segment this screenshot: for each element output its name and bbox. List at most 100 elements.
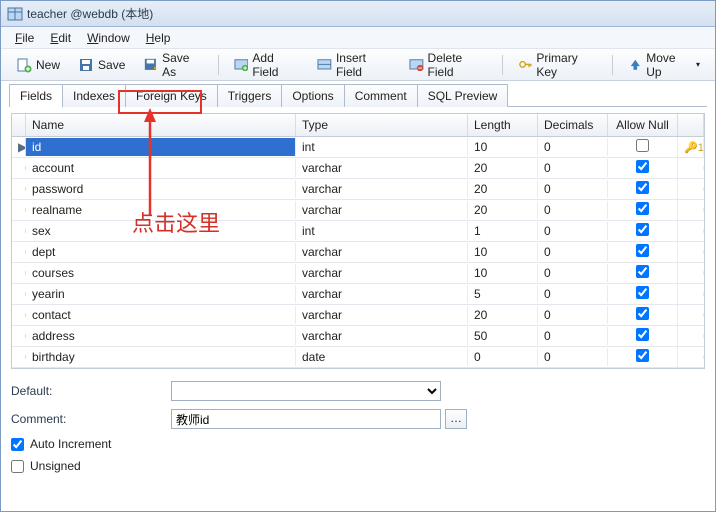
- table-row[interactable]: coursesvarchar100: [12, 263, 704, 284]
- tab-comment[interactable]: Comment: [344, 84, 418, 107]
- table-row[interactable]: yearinvarchar50: [12, 284, 704, 305]
- allow-null-checkbox[interactable]: [636, 244, 649, 257]
- menu-help[interactable]: Help: [140, 29, 177, 47]
- cell-type[interactable]: varchar: [296, 180, 468, 198]
- cell-decimals[interactable]: 0: [538, 285, 608, 303]
- cell-name[interactable]: id: [26, 138, 296, 156]
- menu-file[interactable]: File: [9, 29, 40, 47]
- cell-decimals[interactable]: 0: [538, 138, 608, 156]
- cell-name[interactable]: password: [26, 180, 296, 198]
- tab-options[interactable]: Options: [281, 84, 344, 107]
- unsigned-checkbox[interactable]: [11, 460, 24, 473]
- cell-name[interactable]: birthday: [26, 348, 296, 366]
- cell-allow-null[interactable]: [608, 158, 678, 178]
- cell-length[interactable]: 10: [468, 264, 538, 282]
- cell-allow-null[interactable]: [608, 284, 678, 304]
- header-name[interactable]: Name: [26, 114, 296, 136]
- cell-allow-null[interactable]: [608, 137, 678, 157]
- unsigned-label[interactable]: Unsigned: [30, 459, 81, 473]
- tab-triggers[interactable]: Triggers: [217, 84, 283, 107]
- header-allow-null[interactable]: Allow Null: [608, 114, 678, 136]
- add-field-button[interactable]: Add Field: [227, 47, 307, 83]
- cell-allow-null[interactable]: [608, 305, 678, 325]
- allow-null-checkbox[interactable]: [636, 328, 649, 341]
- save-as-button[interactable]: Save As: [136, 47, 209, 83]
- table-row[interactable]: addressvarchar500: [12, 326, 704, 347]
- cell-name[interactable]: address: [26, 327, 296, 345]
- auto-increment-checkbox[interactable]: [11, 438, 24, 451]
- cell-decimals[interactable]: 0: [538, 159, 608, 177]
- menu-window[interactable]: Window: [81, 29, 136, 47]
- allow-null-checkbox[interactable]: [636, 265, 649, 278]
- table-row[interactable]: deptvarchar100: [12, 242, 704, 263]
- auto-increment-label[interactable]: Auto Increment: [30, 437, 111, 451]
- header-type[interactable]: Type: [296, 114, 468, 136]
- cell-allow-null[interactable]: [608, 221, 678, 241]
- cell-type[interactable]: varchar: [296, 306, 468, 324]
- cell-length[interactable]: 20: [468, 306, 538, 324]
- menu-edit[interactable]: Edit: [44, 29, 77, 47]
- cell-type[interactable]: varchar: [296, 201, 468, 219]
- cell-decimals[interactable]: 0: [538, 222, 608, 240]
- cell-length[interactable]: 5: [468, 285, 538, 303]
- cell-type[interactable]: varchar: [296, 264, 468, 282]
- cell-allow-null[interactable]: [608, 179, 678, 199]
- table-row[interactable]: sexint10: [12, 221, 704, 242]
- table-row[interactable]: birthdaydate00: [12, 347, 704, 368]
- tab-fields[interactable]: Fields: [9, 84, 63, 107]
- cell-name[interactable]: account: [26, 159, 296, 177]
- table-row[interactable]: ▶idint100🔑1: [12, 137, 704, 158]
- cell-length[interactable]: 20: [468, 159, 538, 177]
- cell-name[interactable]: courses: [26, 264, 296, 282]
- allow-null-checkbox[interactable]: [636, 223, 649, 236]
- allow-null-checkbox[interactable]: [636, 307, 649, 320]
- table-row[interactable]: passwordvarchar200: [12, 179, 704, 200]
- cell-length[interactable]: 20: [468, 180, 538, 198]
- cell-allow-null[interactable]: [608, 242, 678, 262]
- cell-type[interactable]: varchar: [296, 327, 468, 345]
- cell-length[interactable]: 20: [468, 201, 538, 219]
- cell-length[interactable]: 10: [468, 243, 538, 261]
- cell-allow-null[interactable]: [608, 326, 678, 346]
- allow-null-checkbox[interactable]: [636, 160, 649, 173]
- cell-length[interactable]: 1: [468, 222, 538, 240]
- table-row[interactable]: accountvarchar200: [12, 158, 704, 179]
- cell-decimals[interactable]: 0: [538, 243, 608, 261]
- allow-null-checkbox[interactable]: [636, 139, 649, 152]
- comment-more-button[interactable]: …: [445, 409, 467, 429]
- allow-null-checkbox[interactable]: [636, 181, 649, 194]
- cell-decimals[interactable]: 0: [538, 327, 608, 345]
- allow-null-checkbox[interactable]: [636, 349, 649, 362]
- cell-name[interactable]: yearin: [26, 285, 296, 303]
- cell-type[interactable]: date: [296, 348, 468, 366]
- move-up-button[interactable]: Move Up▾: [621, 47, 707, 83]
- cell-type[interactable]: varchar: [296, 285, 468, 303]
- table-row[interactable]: realnamevarchar200: [12, 200, 704, 221]
- cell-length[interactable]: 50: [468, 327, 538, 345]
- tab-indexes[interactable]: Indexes: [62, 84, 126, 107]
- default-select[interactable]: [171, 381, 441, 401]
- cell-decimals[interactable]: 0: [538, 264, 608, 282]
- cell-allow-null[interactable]: [608, 347, 678, 367]
- cell-length[interactable]: 10: [468, 138, 538, 156]
- comment-input[interactable]: [171, 409, 441, 429]
- header-decimals[interactable]: Decimals: [538, 114, 608, 136]
- cell-length[interactable]: 0: [468, 348, 538, 366]
- cell-decimals[interactable]: 0: [538, 348, 608, 366]
- cell-type[interactable]: int: [296, 222, 468, 240]
- insert-field-button[interactable]: Insert Field: [310, 47, 398, 83]
- header-length[interactable]: Length: [468, 114, 538, 136]
- cell-type[interactable]: int: [296, 138, 468, 156]
- tab-foreign-keys[interactable]: Foreign Keys: [125, 84, 218, 107]
- cell-type[interactable]: varchar: [296, 159, 468, 177]
- allow-null-checkbox[interactable]: [636, 202, 649, 215]
- primary-key-button[interactable]: Primary Key: [511, 47, 604, 83]
- cell-decimals[interactable]: 0: [538, 306, 608, 324]
- cell-name[interactable]: contact: [26, 306, 296, 324]
- delete-field-button[interactable]: Delete Field: [402, 47, 494, 83]
- cell-allow-null[interactable]: [608, 263, 678, 283]
- tab-sql-preview[interactable]: SQL Preview: [417, 84, 509, 107]
- table-row[interactable]: contactvarchar200: [12, 305, 704, 326]
- cell-name[interactable]: dept: [26, 243, 296, 261]
- cell-decimals[interactable]: 0: [538, 180, 608, 198]
